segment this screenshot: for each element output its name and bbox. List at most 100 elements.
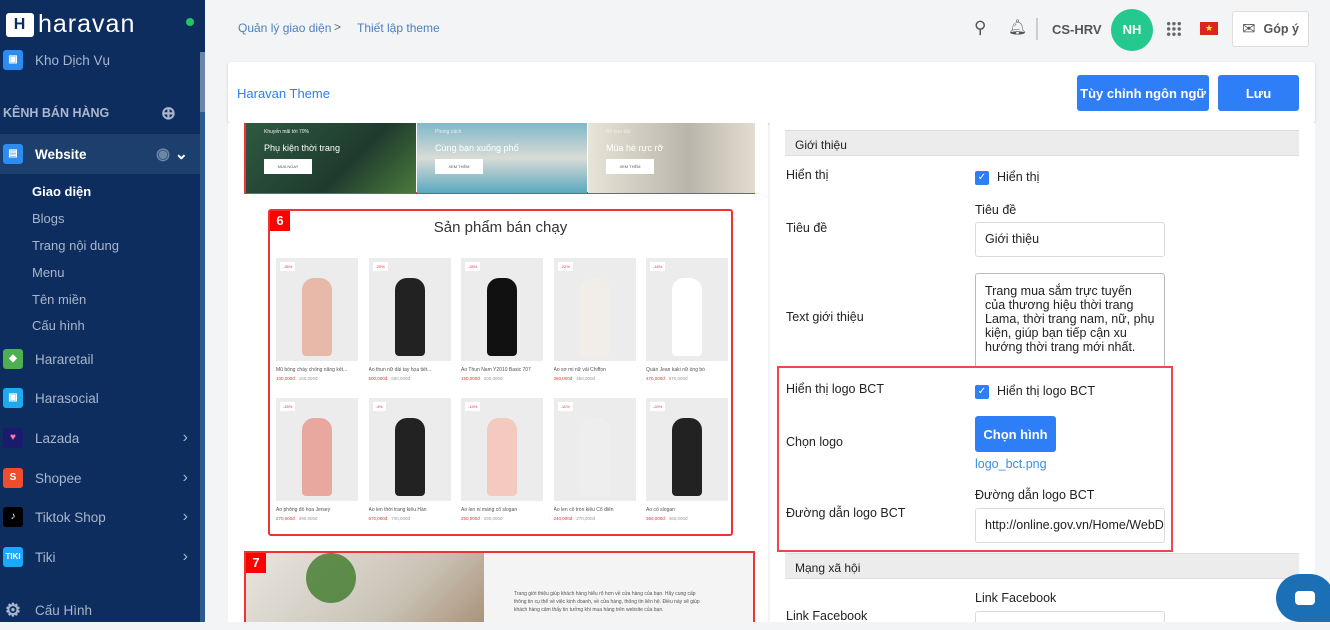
intro-text-label: Text giới thiệu [786, 310, 864, 324]
discount-badge: -35% [280, 262, 296, 271]
about-image [246, 553, 484, 622]
hararetail-icon: ◆ [3, 349, 23, 369]
intro-textarea[interactable]: Trang mua sắm trực tuyến của thương hiệu… [975, 273, 1165, 373]
product-card[interactable]: -4% Áo len thời trang kiểu Hàn 670,000đ 700… [368, 398, 451, 521]
sidebar-sub-pages[interactable]: Trang nội dung [32, 238, 119, 253]
product-image: -11% [553, 398, 636, 501]
bell-icon[interactable]: 🔔︎ [1008, 18, 1027, 36]
original-price: 700,000đ [391, 516, 411, 521]
store-icon: ▣ [3, 50, 23, 70]
search-icon[interactable]: ⚲ [974, 18, 986, 38]
bct-show-checkbox[interactable]: ✓ Hiển thị logo BCT [975, 384, 1095, 399]
theme-header: Haravan Theme Tùy chỉnh ngôn ngữ Lưu [228, 62, 1315, 123]
store-name[interactable]: CS-HRV [1052, 22, 1102, 37]
best-sellers-title: Sản phẩm bán chạy [433, 219, 568, 236]
plant-decoration [306, 553, 356, 603]
chevron-right-icon: › [182, 429, 188, 446]
add-channel-icon[interactable]: ⊕ [161, 103, 176, 124]
chevron-right-icon: › [182, 508, 188, 525]
sidebar-item-lazada[interactable]: ♥ Lazada › [0, 418, 200, 458]
title-input[interactable]: Giới thiệu [975, 222, 1165, 257]
haravan-logo[interactable]: Hharavan [6, 10, 135, 39]
vietnam-flag-icon[interactable]: ★ [1200, 22, 1218, 35]
avatar[interactable]: NH [1111, 9, 1153, 51]
product-card[interactable]: -35% Mũ bóng chày chống nắng kết... 100,00… [276, 258, 358, 381]
product-figure [487, 278, 517, 356]
chevron-right-icon: › [182, 548, 188, 565]
sidebar-scrollbar[interactable] [200, 52, 205, 622]
original-price: 290,000đ [483, 516, 503, 521]
product-figure [579, 278, 610, 356]
preview-section-5[interactable]: Khuyến mãi tới 70% Phụ kiện thời trang MUA… [244, 123, 755, 194]
product-card[interactable]: -45% Áo phông đồ họa Jersey 270,000đ 490,00… [276, 398, 358, 521]
product-name: Áo phông đồ họa Jersey [276, 507, 331, 513]
product-price: 470,000đ 570,000đ [646, 376, 728, 381]
product-card[interactable]: -25% Áo thun nữ dài tay họa tiết... 500,00… [368, 258, 451, 381]
show-checkbox[interactable]: ✓ Hiển thị [975, 170, 1039, 185]
sale-price: 350,000đ [553, 376, 573, 381]
product-image: -25% [368, 258, 451, 361]
title-label: Tiêu đề [786, 221, 828, 235]
save-button[interactable]: Lưu [1218, 75, 1299, 111]
eye-icon[interactable]: ◉ [156, 144, 170, 164]
breadcrumb-theme-manager[interactable]: Quản lý giao diện [238, 21, 331, 35]
sidebar-item-hararetail[interactable]: ◆ Hararetail [0, 339, 200, 379]
customize-language-button[interactable]: Tùy chỉnh ngôn ngữ [1077, 75, 1209, 111]
theme-name: Haravan Theme [237, 86, 330, 101]
bct-url-input[interactable]: http://online.gov.vn/Home/WebDetails [975, 508, 1165, 543]
sidebar-sub-menu[interactable]: Menu [32, 265, 65, 280]
product-card[interactable]: -22% Áo sơ mi nữ vải Chiffon 350,000đ 450,0… [553, 258, 636, 381]
product-name: Áo thun nữ dài tay họa tiết... [368, 367, 432, 373]
website-icon: ▤ [3, 144, 23, 164]
product-card[interactable]: -18% Quần Jean kaki nữ ống bó 470,000đ 570,… [646, 258, 728, 381]
logo-file-link[interactable]: logo_bct.png [975, 457, 1047, 471]
product-name: Áo có slogan [646, 507, 675, 513]
sale-price: 270,000đ [276, 516, 295, 521]
product-card[interactable]: -20% Áo có slogan 360,000đ 460,000đ [646, 398, 728, 521]
facebook-input[interactable] [975, 611, 1165, 622]
banner-3: Bộ sưu tập Mùa hè rực rỡ XEM THÊM [588, 123, 755, 193]
sale-price: 240,000đ [553, 516, 573, 521]
feedback-button[interactable]: ✉ Góp ý [1232, 11, 1309, 47]
original-price: 570,000đ [668, 376, 688, 381]
sidebar-item-settings[interactable]: ⚙ Cấu Hình [0, 590, 200, 630]
preview-section-6[interactable]: 6 Sản phẩm bán chạy -35% Mũ bóng chày chố… [268, 209, 733, 536]
bct-show-label: Hiển thị logo BCT [786, 382, 884, 396]
chat-widget-button[interactable] [1276, 574, 1330, 622]
sidebar-sub-giao-dien[interactable]: Giao diện [32, 184, 91, 199]
chevron-right-icon: › [182, 469, 188, 486]
apps-grid-icon[interactable] [1166, 21, 1182, 37]
breadcrumb-separator: > [334, 20, 342, 34]
original-price: 460,000đ [668, 516, 688, 521]
title-field-label: Tiêu đề [975, 203, 1017, 217]
sidebar-item-kho-dich-vu[interactable]: ▣ Kho Dịch Vụ [0, 40, 200, 80]
preview-section-7[interactable]: 7 Trang giới thiệu giúp khách hàng hiểu … [244, 551, 755, 622]
sidebar-item-harasocial[interactable]: ▣ Harasocial [0, 378, 200, 418]
checkbox-checked-icon: ✓ [975, 384, 989, 399]
product-card[interactable]: -11% Áo len cổ tròn kiểu Cổ điển 240,000đ 2… [553, 398, 636, 521]
gear-icon: ⚙ [4, 600, 22, 620]
original-price: 450,000đ [576, 376, 596, 381]
product-figure [394, 278, 425, 356]
discount-badge: -4% [372, 402, 386, 411]
sales-channels-header: KÊNH BÁN HÀNG ⊕ [3, 102, 176, 124]
sidebar-item-shopee[interactable]: S Shopee › [0, 458, 200, 498]
sidebar-item-tiki[interactable]: TIKI Tiki › [0, 537, 200, 577]
discount-badge: -22% [557, 262, 573, 271]
settings-form: Giới thiệu Hiển thị ✓ Hiển thị Tiêu đề Ti… [770, 123, 1315, 622]
product-image: -18% [646, 258, 728, 361]
sidebar-sub-domains[interactable]: Tên miền [32, 292, 86, 307]
sidebar-item-tiktok[interactable]: ♪ Tiktok Shop › [0, 497, 200, 537]
sidebar-sub-blogs[interactable]: Blogs [32, 211, 65, 226]
breadcrumb-theme-settings[interactable]: Thiết lập theme [357, 21, 440, 35]
choose-image-button[interactable]: Chọn hình [975, 416, 1056, 452]
product-name: Áo len nỉ màng cổ slogan [461, 507, 518, 513]
haravan-bag-icon: H [6, 12, 34, 37]
product-card[interactable]: -25% Áo Thun Nam Y2010 Basic 707 150,000đ 2… [461, 258, 543, 381]
sidebar-sub-config[interactable]: Cấu hình [32, 318, 85, 333]
product-card[interactable]: -14% Áo len nỉ màng cổ slogan 250,000đ 290,… [461, 398, 543, 521]
product-image: -20% [646, 398, 728, 501]
chevron-down-icon[interactable]: ⌄ [175, 144, 188, 164]
sidebar-item-website[interactable]: ▤ Website ◉ ⌄ [0, 134, 200, 174]
product-name: Mũ bóng chày chống nắng kết... [276, 367, 348, 373]
